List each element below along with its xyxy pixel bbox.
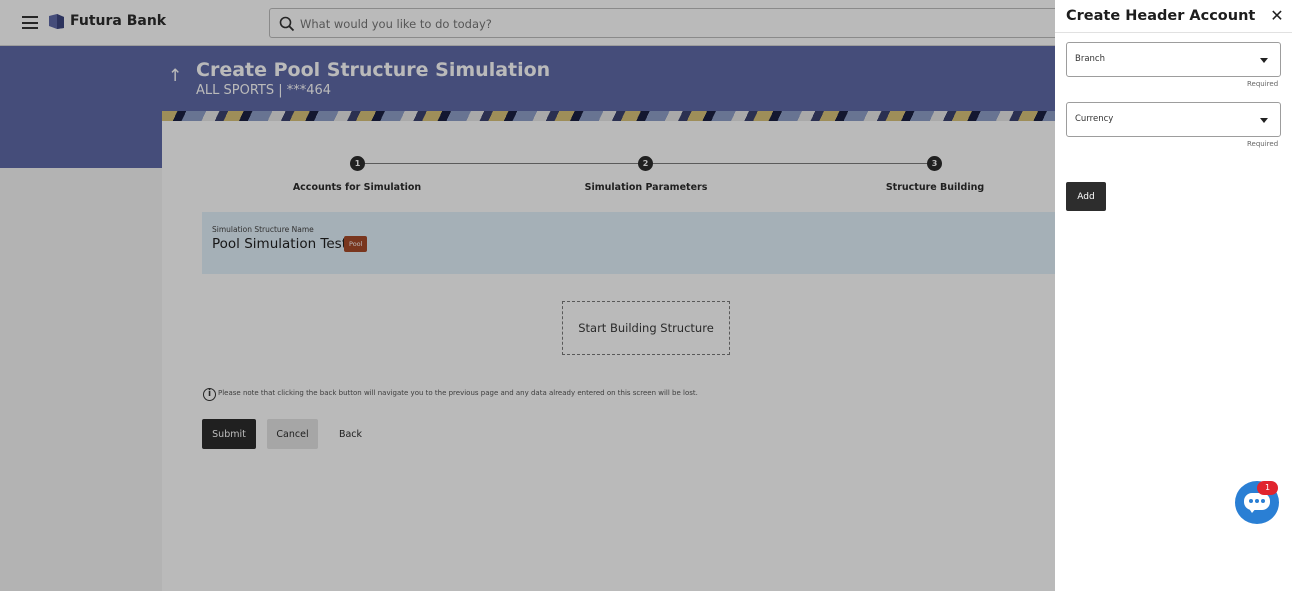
close-icon[interactable]: ✕ bbox=[1269, 6, 1285, 25]
currency-select-label: Currency bbox=[1075, 114, 1114, 124]
chevron-down-icon bbox=[1260, 118, 1268, 123]
currency-required-hint: Required bbox=[1247, 140, 1279, 148]
add-button[interactable]: Add bbox=[1066, 182, 1106, 211]
branch-select[interactable]: Branch bbox=[1066, 42, 1281, 77]
drawer-title: Create Header Account bbox=[1066, 8, 1256, 24]
chevron-down-icon bbox=[1260, 58, 1268, 63]
chat-icon bbox=[1244, 493, 1270, 513]
modal-overlay[interactable] bbox=[0, 0, 1055, 591]
branch-select-label: Branch bbox=[1075, 54, 1105, 64]
notification-badge: 1 bbox=[1257, 481, 1278, 495]
branch-required-hint: Required bbox=[1247, 80, 1279, 88]
chatbot-button[interactable]: 1 bbox=[1235, 481, 1279, 524]
drawer-divider bbox=[1055, 32, 1292, 33]
currency-select[interactable]: Currency bbox=[1066, 102, 1281, 137]
